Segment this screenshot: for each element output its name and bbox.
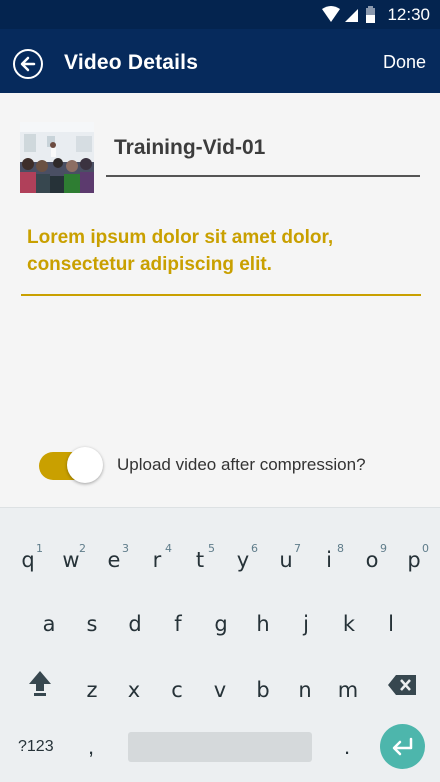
- shift-key[interactable]: [27, 669, 53, 697]
- enter-key[interactable]: [380, 724, 425, 769]
- battery-icon: [366, 6, 375, 23]
- video-name-field[interactable]: Training-Vid-01: [114, 136, 265, 160]
- description-field[interactable]: Lorem ipsum dolor sit amet dolor, consec…: [27, 224, 407, 278]
- key-p[interactable]: 0p: [394, 528, 434, 580]
- video-thumbnail[interactable]: [20, 122, 94, 193]
- key-h[interactable]: h: [243, 598, 283, 650]
- symbols-key[interactable]: ?123: [18, 738, 54, 756]
- key-g[interactable]: g: [201, 598, 241, 650]
- backspace-key[interactable]: [387, 674, 417, 696]
- backspace-icon: [388, 675, 416, 695]
- key-x[interactable]: x: [114, 664, 154, 716]
- description-underline: [21, 294, 421, 296]
- key-o[interactable]: 9o: [352, 528, 392, 580]
- key-k[interactable]: k: [329, 598, 369, 650]
- key-e[interactable]: 3e: [94, 528, 134, 580]
- signal-icon: [345, 9, 358, 22]
- key-i[interactable]: 8i: [309, 528, 349, 580]
- key-j[interactable]: j: [286, 598, 326, 650]
- enter-arrow-icon: [392, 737, 413, 756]
- upload-toggle[interactable]: [39, 447, 103, 485]
- key-t[interactable]: 5t: [180, 528, 220, 580]
- space-key[interactable]: [128, 732, 312, 762]
- clock: 12:30: [387, 5, 430, 24]
- key-b[interactable]: b: [243, 664, 283, 716]
- status-icons: [320, 5, 376, 25]
- key-a[interactable]: a: [29, 598, 69, 650]
- done-button[interactable]: Done: [383, 52, 426, 73]
- key-n[interactable]: n: [285, 664, 325, 716]
- key-r[interactable]: 4r: [137, 528, 177, 580]
- key-d[interactable]: d: [115, 598, 155, 650]
- upload-toggle-label: Upload video after compression?: [117, 455, 366, 474]
- key-m[interactable]: m: [328, 664, 368, 716]
- back-button[interactable]: [13, 49, 43, 79]
- name-underline: [106, 175, 420, 177]
- app-bar: Video Details Done: [0, 29, 440, 93]
- key-y[interactable]: 6y: [223, 528, 263, 580]
- key-u[interactable]: 7u: [266, 528, 306, 580]
- key-f[interactable]: f: [158, 598, 198, 650]
- key-c[interactable]: c: [157, 664, 197, 716]
- shift-icon: [29, 671, 51, 696]
- page-title: Video Details: [64, 51, 199, 74]
- comma-key[interactable]: ,: [88, 734, 94, 760]
- key-l[interactable]: l: [371, 598, 411, 650]
- key-z[interactable]: z: [72, 664, 112, 716]
- toggle-knob: [67, 447, 103, 483]
- key-s[interactable]: s: [72, 598, 112, 650]
- status-bar: 12:30: [0, 0, 440, 29]
- arrow-left-icon: [20, 56, 36, 72]
- period-key[interactable]: .: [344, 734, 350, 760]
- key-v[interactable]: v: [200, 664, 240, 716]
- wifi-icon: [322, 6, 340, 22]
- soft-keyboard: 1q 2w 3e 4r 5t 6y 7u 8i 9o 0p a s d f g …: [0, 507, 440, 782]
- key-q[interactable]: 1q: [8, 528, 48, 580]
- key-w[interactable]: 2w: [51, 528, 91, 580]
